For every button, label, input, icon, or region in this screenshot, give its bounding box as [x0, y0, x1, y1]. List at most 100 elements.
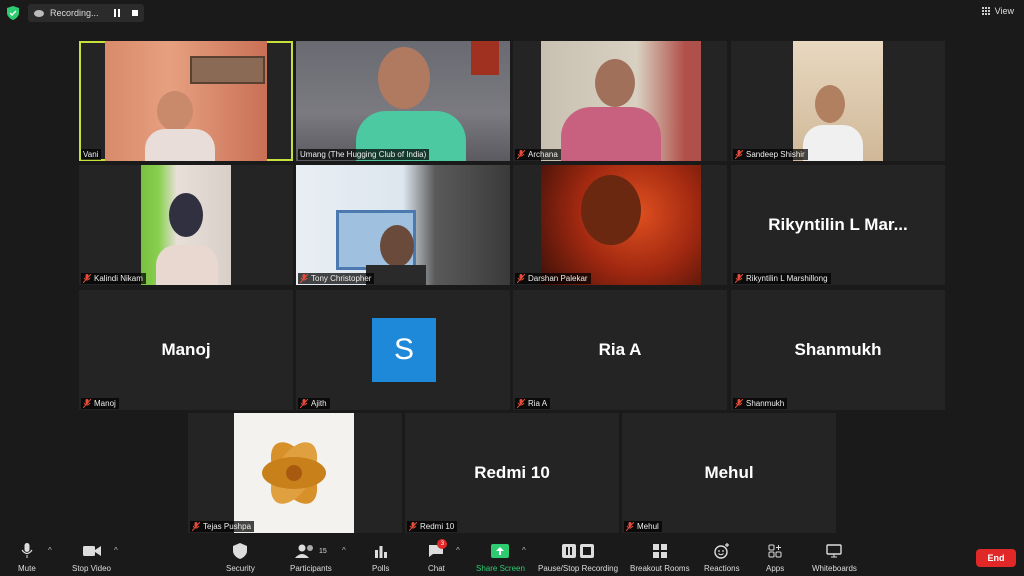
- pause-stop-recording-label: Pause/Stop Recording: [538, 564, 619, 573]
- pause-icon[interactable]: [112, 8, 122, 18]
- reactions-label: Reactions: [704, 564, 740, 573]
- share-screen-icon: [491, 544, 510, 558]
- pause-stop-recording-button[interactable]: Pause/Stop Recording: [538, 542, 618, 573]
- participant-tile-redmi[interactable]: Redmi 10 Redmi 10: [405, 413, 619, 533]
- mic-muted-icon: [735, 399, 743, 408]
- participants-button[interactable]: 15 Participants: [290, 542, 332, 573]
- meeting-toolbar: Mute ^ Stop Video ^ Security 15 Particip…: [0, 538, 1024, 576]
- end-meeting-button[interactable]: End: [976, 549, 1016, 567]
- microphone-icon: [21, 543, 33, 558]
- view-button[interactable]: View: [982, 6, 1014, 16]
- participant-tile-kalindi[interactable]: Kalindi Nikam: [79, 165, 293, 285]
- chat-button[interactable]: 3 Chat: [428, 539, 448, 573]
- participant-display-name: Rikyntilin L Mar...: [768, 215, 908, 234]
- chevron-up-icon[interactable]: ^: [114, 546, 118, 555]
- participant-tile-umang[interactable]: Umang (The Hugging Club of India): [296, 41, 510, 161]
- participant-display-name: Manoj: [161, 340, 211, 359]
- participant-display-name: Ria A: [598, 340, 642, 359]
- participant-tile-mehul[interactable]: Mehul Mehul: [622, 413, 836, 533]
- avatar: S: [372, 318, 436, 382]
- participant-name-label: Archana: [515, 149, 561, 160]
- polls-label: Polls: [372, 564, 390, 573]
- breakout-rooms-label: Breakout Rooms: [630, 564, 690, 573]
- participant-name-label: Mehul: [624, 521, 662, 532]
- mute-label: Mute: [18, 564, 36, 573]
- participant-name-label: Tejas Pushpa: [190, 521, 255, 532]
- apps-icon: [768, 544, 782, 558]
- share-screen-label: Share Screen: [476, 564, 525, 573]
- mic-muted-icon: [409, 522, 417, 531]
- recording-indicator: Recording...: [28, 4, 144, 22]
- participant-tile-manoj[interactable]: Manoj Manoj: [79, 290, 293, 410]
- participant-name-label: Redmi 10: [407, 521, 458, 532]
- participant-name-label: Ajith: [298, 398, 330, 409]
- breakout-rooms-icon: [652, 544, 667, 558]
- participant-display-name: Mehul: [704, 463, 754, 482]
- participant-tile-shanmukh[interactable]: Shanmukh Shanmukh: [731, 290, 945, 410]
- chevron-up-icon[interactable]: ^: [48, 546, 52, 555]
- chevron-up-icon[interactable]: ^: [342, 546, 346, 555]
- video-camera-icon: [82, 546, 101, 556]
- whiteboards-button[interactable]: Whiteboards: [812, 542, 857, 573]
- recording-label: Recording...: [50, 8, 99, 18]
- mic-muted-icon: [735, 274, 743, 283]
- participant-tile-ria[interactable]: Ria A Ria A: [513, 290, 727, 410]
- participant-name-label: Umang (The Hugging Club of India): [298, 149, 430, 160]
- whiteboard-icon: [826, 544, 843, 558]
- participant-name-label: Tony Christopher: [298, 273, 375, 284]
- participant-tile-vani[interactable]: Vani: [79, 41, 293, 161]
- participant-name-label: Vani: [81, 149, 102, 160]
- security-label: Security: [226, 564, 255, 573]
- video-feed: [105, 41, 267, 161]
- participant-tile-sandeep[interactable]: Sandeep Shishir: [731, 41, 945, 161]
- video-feed: [541, 165, 701, 285]
- participant-name-label: Ria A: [515, 398, 551, 409]
- video-feed: [141, 165, 231, 285]
- video-feed: [296, 165, 510, 285]
- participant-tile-tony[interactable]: Tony Christopher: [296, 165, 510, 285]
- participant-name-label: Manoj: [81, 398, 119, 409]
- participants-label: Participants: [290, 564, 332, 573]
- chevron-up-icon[interactable]: ^: [456, 546, 460, 555]
- share-screen-button[interactable]: Share Screen: [476, 542, 525, 573]
- stop-icon[interactable]: [130, 8, 140, 18]
- mic-muted-icon: [517, 399, 525, 408]
- participant-display-name: Redmi 10: [474, 463, 550, 482]
- shield-icon[interactable]: [7, 6, 19, 20]
- participant-tile-darshan[interactable]: Darshan Palekar: [513, 165, 727, 285]
- people-icon: [295, 544, 313, 558]
- participant-name-label: Sandeep Shishir: [733, 149, 808, 160]
- pause-stop-icon: [562, 544, 595, 558]
- mic-muted-icon: [517, 274, 525, 283]
- participant-tile-tejas[interactable]: Tejas Pushpa: [188, 413, 402, 533]
- shield-icon: [233, 543, 248, 559]
- mic-muted-icon: [517, 150, 525, 159]
- stop-video-label: Stop Video: [72, 564, 111, 573]
- bar-chart-icon: [374, 546, 387, 558]
- video-feed: [541, 41, 701, 161]
- breakout-rooms-button[interactable]: Breakout Rooms: [630, 542, 690, 573]
- video-feed: [234, 413, 354, 533]
- apps-label: Apps: [766, 564, 785, 573]
- cloud-icon: [34, 9, 44, 17]
- video-feed: [793, 41, 883, 161]
- participant-tile-archana[interactable]: Archana: [513, 41, 727, 161]
- top-bar: Recording... View: [0, 0, 1024, 26]
- participants-count: 15: [319, 547, 327, 555]
- participant-tile-rikyntilin[interactable]: Rikyntilin L Mar... Rikyntilin L Marshil…: [731, 165, 945, 285]
- mic-muted-icon: [83, 274, 91, 283]
- grid-view-icon: [982, 7, 991, 16]
- polls-button[interactable]: Polls: [372, 542, 389, 573]
- stop-video-button[interactable]: Stop Video: [72, 542, 111, 573]
- mic-muted-icon: [83, 399, 91, 408]
- reactions-button[interactable]: Reactions: [704, 542, 740, 573]
- apps-button[interactable]: Apps: [766, 542, 784, 573]
- chevron-up-icon[interactable]: ^: [522, 546, 526, 555]
- mic-muted-icon: [192, 522, 200, 531]
- mic-muted-icon: [626, 522, 634, 531]
- mic-muted-icon: [300, 399, 308, 408]
- participant-tile-ajith[interactable]: S Ajith: [296, 290, 510, 410]
- participant-name-label: Shanmukh: [733, 398, 788, 409]
- mute-button[interactable]: Mute: [18, 542, 36, 573]
- security-button[interactable]: Security: [226, 542, 255, 573]
